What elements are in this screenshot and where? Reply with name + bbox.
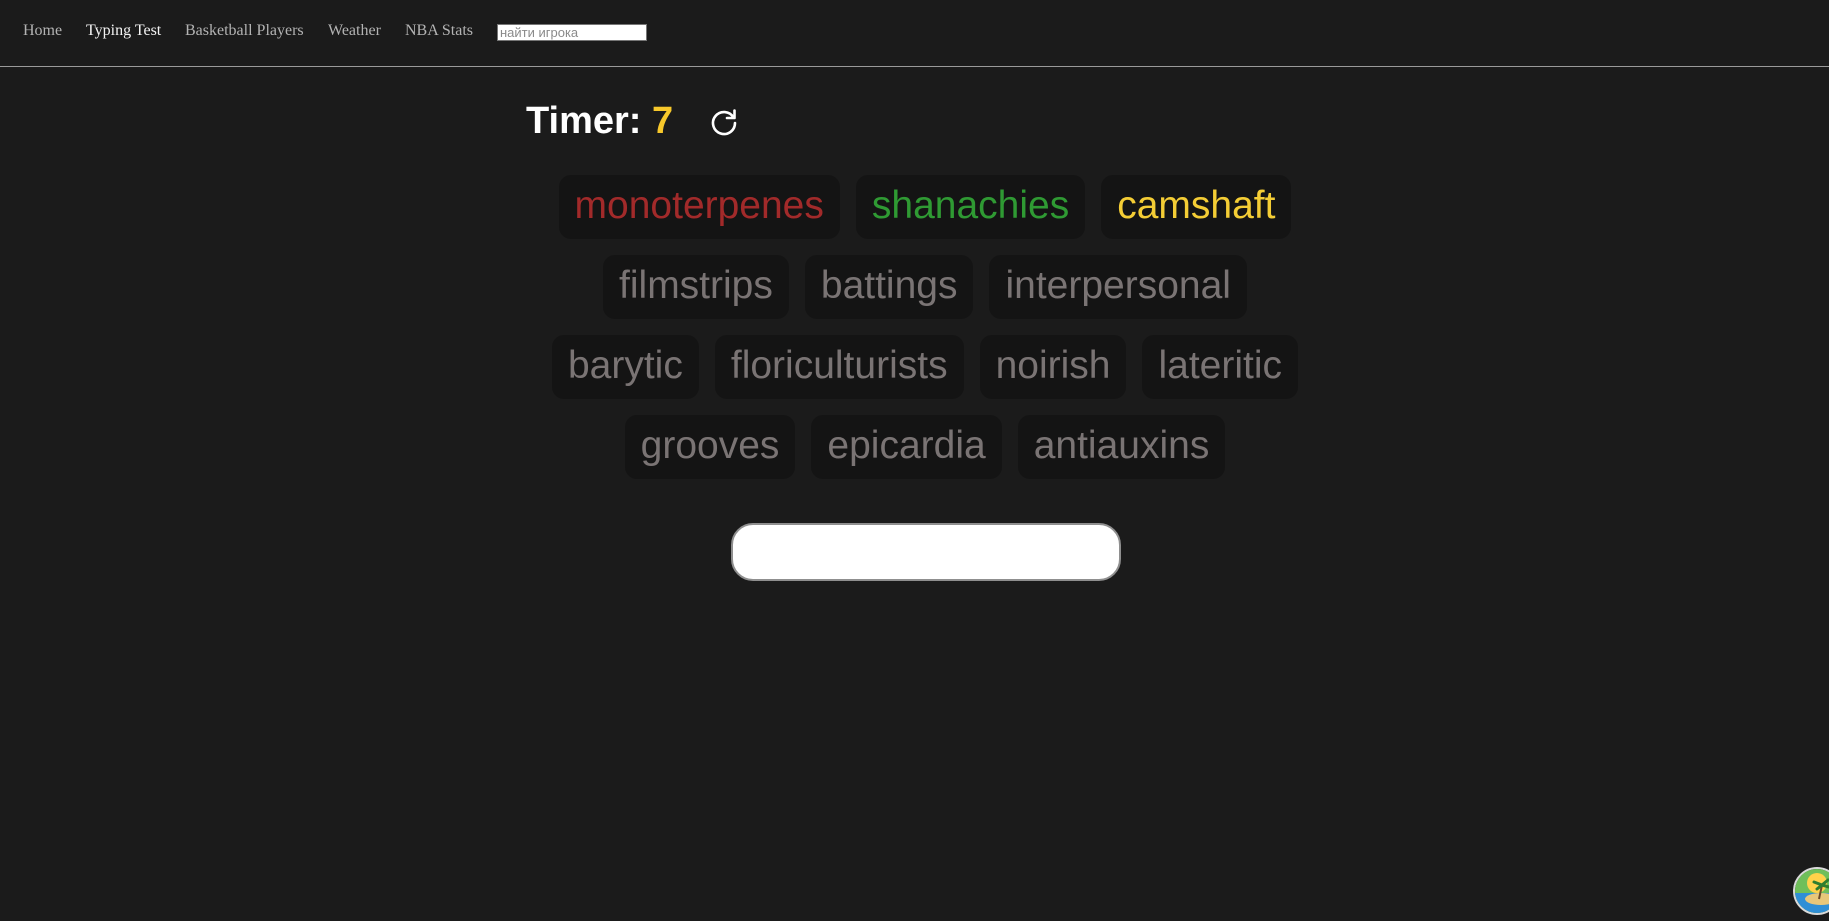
nav-home-link[interactable]: Home — [23, 22, 62, 40]
word-row: grooves epicardia antiauxins — [530, 415, 1320, 479]
top-navigation: Home Typing Test Basketball Players Weat… — [0, 0, 1829, 67]
word-pending: epicardia — [811, 415, 1002, 479]
typing-input[interactable] — [731, 523, 1121, 581]
word-pending: lateritic — [1142, 335, 1299, 399]
timer-label: Timer: — [526, 100, 642, 142]
nav-nba-stats-link[interactable]: NBA Stats — [405, 22, 473, 40]
word-list: monoterpenes shanachies camshaft filmstrips… — [530, 175, 1320, 495]
nav-typing-test-link[interactable]: Typing Test — [86, 22, 161, 40]
word-pending: noirish — [979, 335, 1127, 399]
nav-basketball-players-link[interactable]: Basketball Players — [185, 22, 304, 40]
timer-display: Timer: 7 — [526, 100, 673, 143]
island-avatar-icon — [1795, 869, 1829, 913]
word-pending: interpersonal — [989, 255, 1247, 319]
corner-avatar-button[interactable] — [1793, 867, 1829, 915]
word-right: shanachies — [855, 175, 1086, 239]
word-pending: filmstrips — [603, 255, 789, 319]
refresh-icon — [711, 109, 737, 136]
word-pending: grooves — [624, 415, 796, 479]
word-row: filmstrips battings interpersonal — [530, 255, 1320, 319]
word-current: camshaft — [1101, 175, 1292, 239]
word-pending: floriculturists — [714, 335, 964, 399]
reset-button[interactable] — [707, 106, 741, 140]
word-pending: battings — [804, 255, 974, 319]
word-pending: barytic — [551, 335, 699, 399]
player-search-input[interactable] — [497, 24, 647, 41]
word-wrong: monoterpenes — [558, 175, 840, 239]
word-pending: antiauxins — [1017, 415, 1226, 479]
word-row: barytic floriculturists noirish lateritic — [530, 335, 1320, 399]
nav-weather-link[interactable]: Weather — [328, 22, 381, 40]
timer-value: 7 — [652, 100, 674, 142]
word-row: monoterpenes shanachies camshaft — [530, 175, 1320, 239]
